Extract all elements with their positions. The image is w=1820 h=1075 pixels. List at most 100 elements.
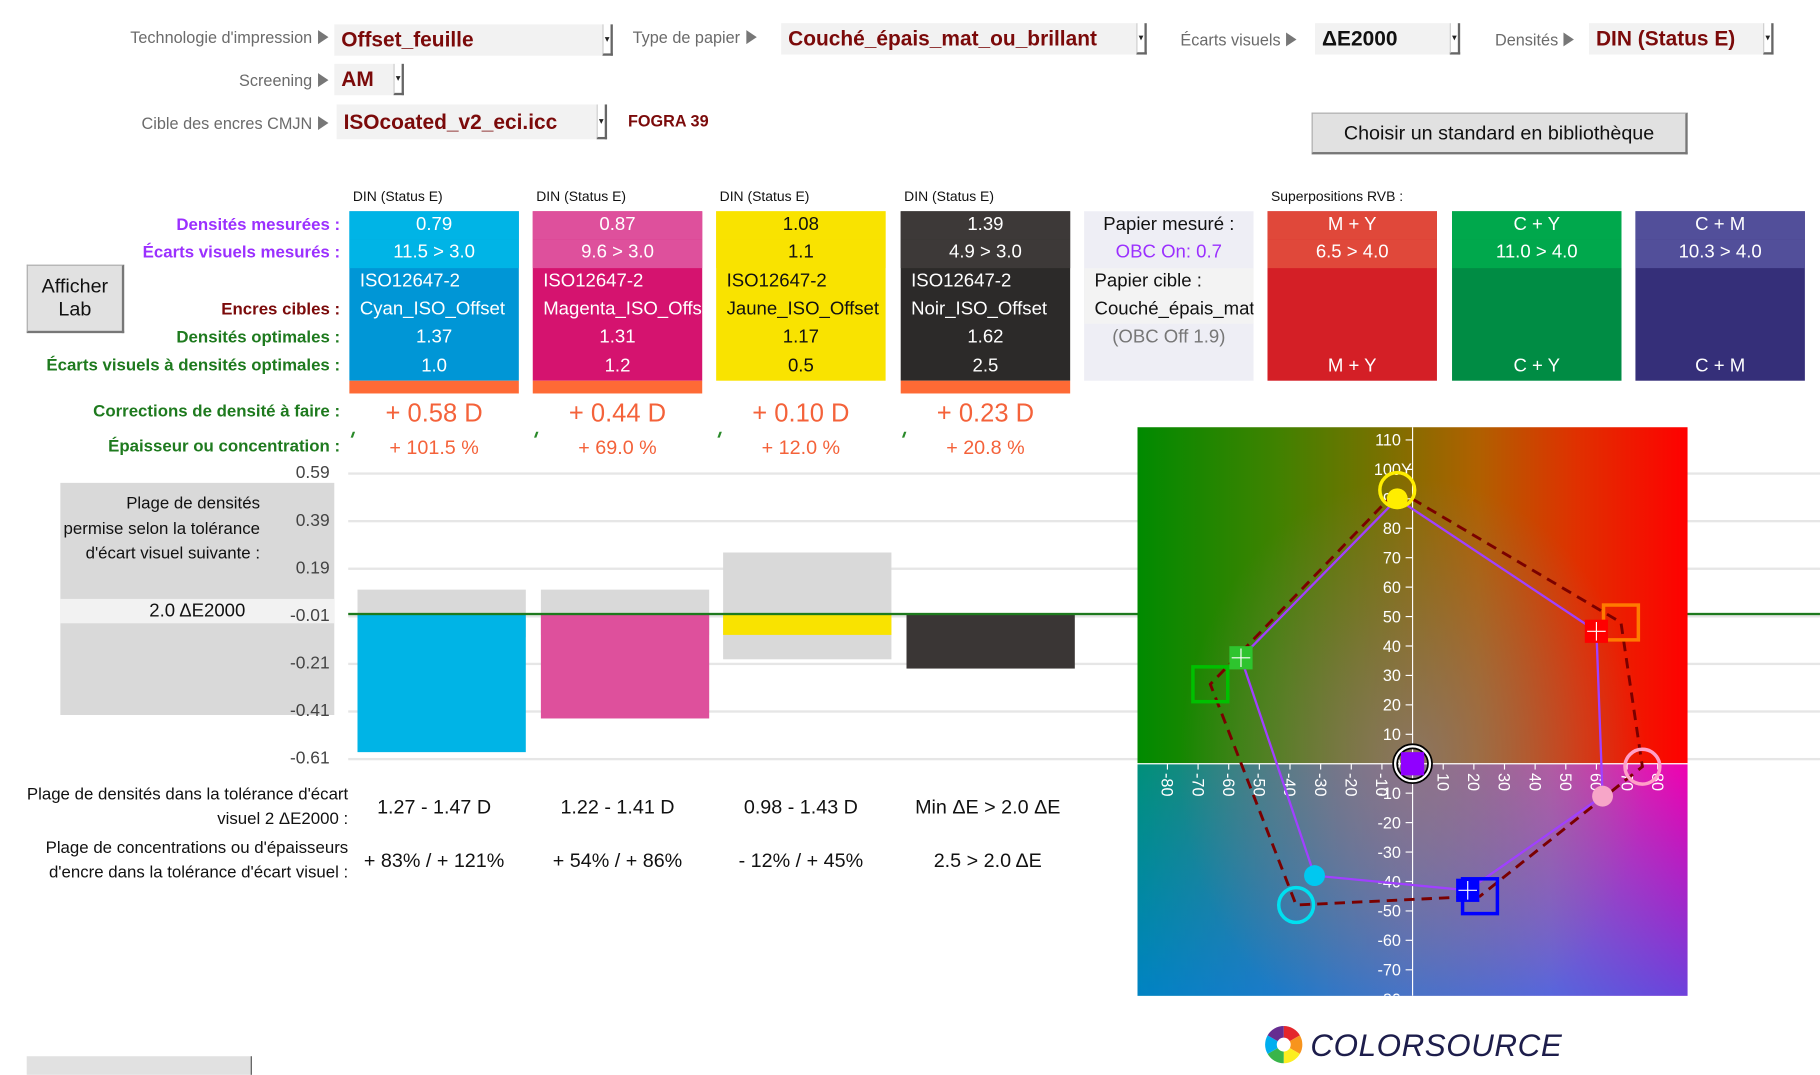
lab-y-tick-label: 30 [1383, 667, 1401, 685]
screening-dropdown[interactable]: AM ▾ [334, 63, 404, 96]
target-value: ISOcoated_v2_eci.icc [343, 109, 558, 133]
visual-diff-dropdown[interactable]: ΔE2000 ▾ [1315, 23, 1461, 55]
density-range: 1.27 - 1.47 D [377, 796, 492, 819]
bottom-button[interactable] [26, 1056, 252, 1075]
dropdown-arrow-icon[interactable]: ▾ [1763, 23, 1774, 55]
overlay-name: C + M [1635, 211, 1805, 240]
lab-y-tick-label: 70 [1383, 549, 1401, 567]
technology-dropdown[interactable]: Offset_feuille ▾ [334, 24, 613, 56]
technology-label: Technologie d'impression [130, 28, 329, 46]
tolerance-box: Plage de densités permise selon la tolér… [60, 482, 335, 715]
dropdown-arrow-icon[interactable]: ▾ [393, 63, 404, 96]
concentration-range: 2.5 > 2.0 ΔE [933, 849, 1042, 872]
show-lab-label: Afficher Lab [41, 275, 109, 321]
measured-point-M [1592, 785, 1614, 807]
lab-y-tick-label: 10 [1383, 726, 1401, 744]
paper-type-dropdown[interactable]: Couché_épais_mat_ou_brillant ▾ [781, 23, 1147, 55]
bar-y-tick-label: 0.59 [295, 463, 330, 483]
overlay-name-bottom: C + Y [1513, 355, 1561, 376]
densities-dropdown[interactable]: DIN (Status E) ▾ [1588, 23, 1774, 55]
lab-x-tick-label: 30 [1495, 773, 1513, 791]
technology-value: Offset_feuille [341, 27, 474, 52]
density-correction: + 0.10 D [752, 398, 850, 428]
overlay-name: M + Y [1267, 211, 1437, 240]
target-label: Cible des encres CMJN [142, 114, 329, 132]
dropdown-arrow-icon[interactable]: ▾ [602, 24, 613, 56]
ink-optimal-density: 1.31 [599, 327, 636, 348]
lab-y-tick-label: -70 [1377, 962, 1400, 980]
density-range-label: Plage de densités dans la tolérance d'éc… [26, 785, 349, 829]
ink-optimal-density: 1.37 [416, 327, 453, 348]
thickness-change: + 101.5 % [389, 436, 479, 459]
concentration-range-label: Plage de concentrations ou d'épaisseurs … [45, 839, 349, 883]
overlays-title: Superpositions RVB : [1270, 188, 1404, 205]
paper-measured-label: Papier mesuré : [1103, 214, 1235, 235]
triangle-right-icon [318, 73, 329, 88]
lab-svg: 1101009080706050403020100-10-20-30-40-50… [1137, 427, 1688, 996]
bar-magenta [540, 613, 710, 719]
lab-y-tick-label: -80 [1377, 991, 1400, 996]
lab-y-tick-label: 80 [1383, 520, 1401, 538]
lab-y-tick-label: -50 [1377, 903, 1400, 921]
triangle-right-icon [1286, 32, 1297, 47]
thickness-change: + 20.8 % [946, 436, 1025, 459]
ink-standard: ISO12647-2 [911, 271, 1012, 291]
ink-optimal-density: 1.17 [782, 327, 819, 348]
ink-ink-name: Cyan_ISO_Offset [359, 299, 506, 320]
concentration-range: + 54% / + 86% [552, 849, 683, 872]
ink-measured-de: 4.9 > 3.0 [900, 239, 1071, 268]
dropdown-arrow-icon[interactable]: ▾ [1449, 23, 1461, 55]
bar-cyan [357, 613, 526, 752]
show-lab-button[interactable]: Afficher Lab [26, 264, 125, 334]
paper-target-label: Papier cible : [1084, 267, 1254, 296]
density-correction: + 0.44 D [568, 398, 667, 428]
target-dropdown[interactable]: ISOcoated_v2_eci.icc ▾ [336, 104, 608, 140]
lab-y-tick-label: 60 [1383, 579, 1401, 597]
lab-x-tick-label: -20 [1341, 773, 1359, 796]
bar-jaune [723, 613, 892, 636]
ink-swatch: 0.79 11.5 > 3.0 ISO12647-2 Cyan_ISO_Offset 1… [349, 211, 519, 381]
visual-diff-label: Écarts visuels [1180, 30, 1297, 49]
row-label-corrections: Corrections de densité à faire : [93, 402, 341, 422]
ink-ink-name: Noir_ISO_Offset [911, 299, 1048, 320]
ink-measured-density: 1.08 [716, 211, 886, 240]
ink-column-header: DIN (Status E) [352, 188, 443, 205]
overlay-de: 6.5 > 4.0 [1267, 239, 1437, 268]
lab-x-tick-label: -80 [1158, 773, 1176, 796]
ink-swatch: 1.39 4.9 > 3.0 ISO12647-2 Noir_ISO_Offset 1.… [900, 211, 1071, 381]
out-of-tolerance-strip [532, 380, 703, 394]
screening-value: AM [341, 67, 374, 91]
ink-optimal-density: 1.62 [967, 327, 1004, 348]
ink-standard: ISO12647-2 [543, 271, 644, 291]
thickness-change: + 69.0 % [578, 436, 657, 459]
triangle-right-icon [318, 116, 329, 130]
paper-type-value: Couché_épais_mat_ou_brillant [788, 26, 1097, 50]
ink-measured-de: 11.5 > 3.0 [349, 239, 519, 268]
library-standard-button[interactable]: Choisir un standard en bibliothèque [1311, 112, 1688, 155]
row-label-optimal-de: Écarts visuels à densités optimales : [46, 356, 341, 375]
overlay-de: 10.3 > 4.0 [1635, 239, 1805, 268]
concentration-range: + 83% / + 121% [363, 849, 505, 872]
overlay-name: C + Y [1452, 211, 1622, 240]
row-label-target-inks: Encres cibles : [221, 300, 341, 320]
overlay-swatch: C + M 10.3 > 4.0 C + M [1635, 211, 1805, 381]
logo-text: COLORSOURCE [1310, 1028, 1563, 1064]
ink-standard: ISO12647-2 [726, 271, 827, 291]
bar-y-tick-label: -0.41 [289, 701, 330, 721]
lab-x-tick-label: -70 [1188, 773, 1206, 796]
visual-diff-value: ΔE2000 [1322, 26, 1398, 50]
density-range: Min ΔE > 2.0 ΔE [915, 796, 1061, 819]
lab-x-tick-label: 40 [1525, 773, 1543, 791]
row-label-optimal-density: Densités optimales : [176, 328, 341, 348]
logo-flower-icon [1265, 1026, 1303, 1064]
tolerance-band-jaune [723, 552, 892, 660]
paper-target-note: (OBC Off 1.9) [1112, 327, 1226, 348]
densities-label: Densités [1495, 30, 1575, 49]
paper-measured-value: OBC On: 0.7 [1115, 242, 1222, 263]
ink-optimal-de: 0.5 [787, 355, 814, 376]
dropdown-arrow-icon[interactable]: ▾ [1136, 23, 1147, 55]
tolerance-text: Plage de densités permise selon la tolér… [63, 494, 260, 563]
measured-point-C [1304, 865, 1325, 887]
row-label-thickness: Épaisseur ou concentration : [108, 437, 341, 457]
dropdown-arrow-icon[interactable]: ▾ [596, 104, 608, 140]
